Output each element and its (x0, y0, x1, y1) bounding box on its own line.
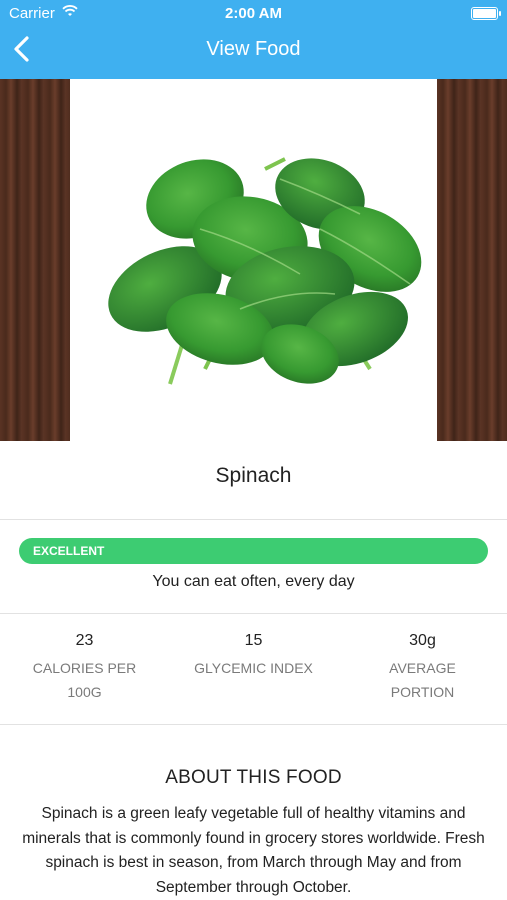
status-bar: Carrier 2:00 AM (0, 0, 507, 28)
stat-label: CALORIES PER 100G (32, 660, 137, 700)
stat-calories: 23 CALORIES PER 100G (0, 630, 169, 704)
rating-label: EXCELLENT (33, 544, 105, 558)
food-name: Spinach (215, 464, 292, 487)
rating-description: You can eat often, every day (152, 573, 355, 590)
about-title: ABOUT THIS FOOD (165, 767, 342, 788)
wood-background-left (0, 79, 70, 441)
food-image-banner (0, 79, 507, 441)
stat-glycemic-index: 15 GLYCEMIC INDEX (169, 630, 338, 680)
status-time: 2:00 AM (225, 5, 282, 22)
page-title: View Food (206, 38, 301, 60)
divider (0, 519, 507, 520)
app-header: Carrier 2:00 AM View Food (0, 0, 507, 79)
divider (0, 724, 507, 725)
divider (0, 613, 507, 614)
stat-label: GLYCEMIC INDEX (194, 660, 313, 676)
wood-background-right (437, 79, 507, 441)
spinach-image (108, 157, 422, 385)
stat-value: 23 (75, 632, 94, 649)
stat-label: AVERAGE PORTION (389, 660, 456, 700)
food-photo (70, 79, 437, 441)
stat-value: 30g (409, 632, 436, 649)
stat-average-portion: 30g AVERAGE PORTION (338, 630, 507, 704)
battery-icon (471, 7, 501, 20)
nutrition-stats: 23 CALORIES PER 100G 15 GLYCEMIC INDEX 30… (0, 630, 507, 710)
rating-badge: EXCELLENT (19, 538, 488, 564)
stat-value: 15 (244, 632, 263, 649)
about-text: Spinach is a green leafy vegetable full … (22, 805, 485, 896)
